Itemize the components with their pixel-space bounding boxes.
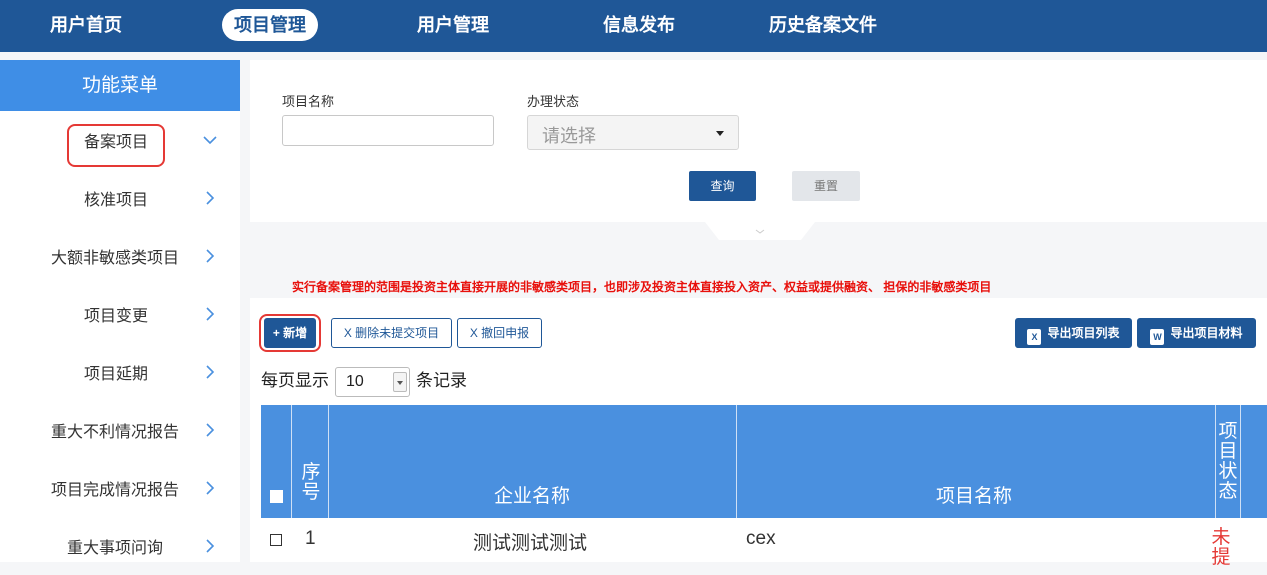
word-icon: W	[1150, 329, 1165, 345]
sidebar-item-label: 重大不利情况报告	[51, 424, 180, 441]
search-panel: 项目名称 办理状态 请选择 查询 重置	[250, 60, 1267, 222]
row-project: cex	[746, 528, 776, 549]
reset-button[interactable]: 重置	[792, 171, 860, 201]
page-size-control: 每页显示 10 条记录	[261, 366, 467, 397]
highlight-annotation	[67, 124, 165, 167]
sidebar-item-label: 大额非敏感类项目	[51, 250, 180, 267]
highlight-annotation	[259, 314, 321, 352]
sidebar-item-completion-report[interactable]: 项目完成情况报告	[0, 459, 240, 517]
query-button[interactable]: 查询	[689, 171, 756, 201]
nav-user-management[interactable]: 用户管理	[405, 9, 501, 41]
page-size-suffix: 条记录	[416, 371, 467, 390]
page-size-select[interactable]: 10	[335, 366, 410, 397]
status-select-placeholder: 请选择	[542, 126, 596, 146]
nav-project-management[interactable]: 项目管理	[222, 9, 318, 41]
top-navigation: 用户首页 项目管理 用户管理 信息发布 历史备案文件	[0, 0, 1267, 52]
header-col-index: 序号	[292, 405, 329, 518]
table-row[interactable]: 1 测试测试测试 cex 未提	[261, 518, 1267, 568]
export-list-button[interactable]: X 导出项目列表	[1015, 318, 1132, 348]
header-project: 项目名称	[936, 486, 1013, 507]
chevron-right-icon[interactable]	[202, 248, 218, 264]
sidebar-item-label: 重大事项问询	[67, 540, 164, 557]
select-all-checkbox[interactable]	[270, 490, 283, 503]
excel-icon: X	[1027, 329, 1042, 345]
project-name-label: 项目名称	[282, 94, 335, 109]
export-list-label: 导出项目列表	[1047, 326, 1120, 340]
status-select[interactable]: 请选择	[527, 115, 739, 150]
collapse-toggle[interactable]	[705, 222, 815, 240]
sidebar: 功能菜单 备案项目 核准项目 大额非敏感类项目 项目变更 项目延期 重大不利情况…	[0, 60, 240, 562]
status-label: 办理状态	[527, 94, 580, 109]
sidebar-item-label: 项目变更	[84, 308, 149, 325]
chevron-right-icon[interactable]	[202, 364, 218, 380]
row-status: 未提	[1211, 527, 1231, 568]
sidebar-item-major-inquiry[interactable]: 重大事项问询	[0, 517, 240, 575]
chevron-right-icon[interactable]	[202, 422, 218, 438]
delete-unsubmitted-button[interactable]: X 删除未提交项目	[331, 318, 452, 348]
header-col-project: 项目名称	[737, 405, 1216, 518]
withdraw-button[interactable]: X 撤回申报	[457, 318, 542, 348]
header-company: 企业名称	[494, 486, 571, 507]
sidebar-item-label: 项目延期	[84, 366, 149, 383]
sidebar-item-large-non-sensitive[interactable]: 大额非敏感类项目	[0, 227, 240, 285]
header-col-status: 项目状态	[1216, 405, 1241, 518]
nav-user-home[interactable]: 用户首页	[38, 9, 134, 41]
menu-title: 功能菜单	[0, 60, 240, 111]
caret-down-icon	[716, 131, 724, 136]
header-index: 序号	[301, 462, 321, 503]
chevron-right-icon[interactable]	[202, 306, 218, 322]
chevron-right-icon[interactable]	[202, 190, 218, 206]
chevron-right-icon[interactable]	[202, 538, 218, 554]
header-col-checkbox	[261, 405, 292, 518]
chevron-right-icon[interactable]	[202, 480, 218, 496]
export-materials-label: 导出项目材料	[1170, 326, 1243, 340]
nav-info-publish[interactable]: 信息发布	[591, 9, 687, 41]
chevron-down-icon[interactable]	[202, 132, 218, 148]
row-checkbox[interactable]	[270, 534, 282, 546]
row-company: 测试测试测试	[473, 533, 588, 554]
scope-notice: 实行备案管理的范围是投资主体直接开展的非敏感类项目，也即涉及投资主体直接投入资产…	[292, 280, 992, 294]
row-index: 1	[305, 528, 316, 549]
sidebar-item-major-adverse-report[interactable]: 重大不利情况报告	[0, 401, 240, 459]
sidebar-item-label: 项目完成情况报告	[51, 482, 180, 499]
sidebar-item-approval-project[interactable]: 核准项目	[0, 169, 240, 227]
header-col-company: 企业名称	[329, 405, 737, 518]
page-size-prefix: 每页显示	[261, 371, 329, 390]
table-panel: + 新增 X 删除未提交项目 X 撤回申报 X 导出项目列表 W 导出项目材料 每页…	[250, 298, 1267, 568]
chevron-down-icon	[393, 371, 407, 392]
export-materials-button[interactable]: W 导出项目材料	[1137, 318, 1256, 348]
sidebar-item-project-change[interactable]: 项目变更	[0, 285, 240, 343]
table-header: 序号 企业名称 项目名称 项目状态	[261, 405, 1267, 518]
sidebar-item-project-extension[interactable]: 项目延期	[0, 343, 240, 401]
project-name-input[interactable]	[282, 115, 494, 146]
sidebar-item-label: 核准项目	[84, 192, 149, 209]
header-status: 项目状态	[1218, 421, 1238, 502]
nav-history-files[interactable]: 历史备案文件	[757, 9, 889, 41]
page-size-value: 10	[346, 372, 364, 390]
